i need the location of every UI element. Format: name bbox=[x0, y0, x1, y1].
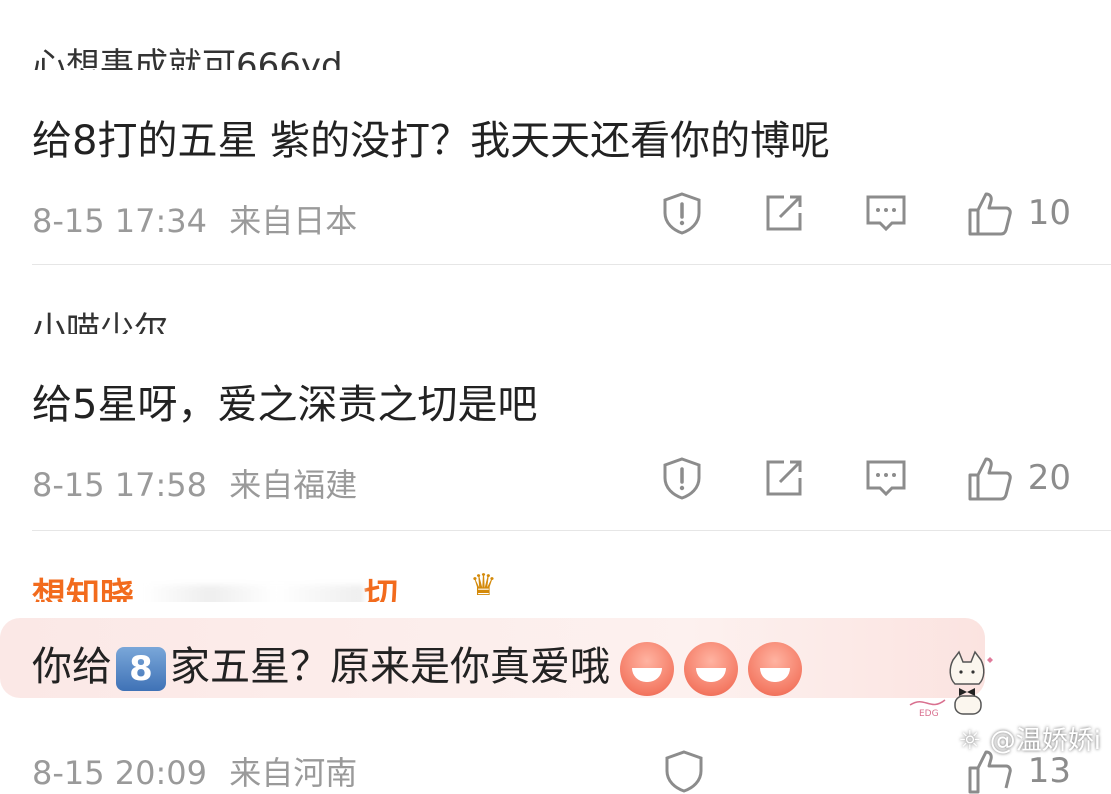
weibo-logo-icon: ☼ bbox=[958, 726, 982, 756]
like-count: 10 bbox=[1027, 193, 1071, 233]
laughing-emoji-icon bbox=[620, 642, 674, 696]
sticker-text: EDG bbox=[919, 709, 939, 719]
report-button[interactable] bbox=[660, 191, 704, 235]
like-button[interactable]: 20 bbox=[966, 455, 1071, 501]
repost-button[interactable] bbox=[762, 191, 806, 235]
repost-icon bbox=[766, 460, 802, 496]
comment-actions: 10 bbox=[620, 190, 1071, 236]
laughing-emoji-icon bbox=[684, 642, 738, 696]
comment-content: 给8打的五星 紫的没打？我天天还看你的博呢 bbox=[32, 118, 831, 164]
comment-meta: 8-15 20:09 来自河南 bbox=[32, 748, 357, 794]
comment-icon bbox=[866, 195, 906, 232]
content-prefix: 你给 bbox=[32, 644, 112, 690]
like-icon bbox=[968, 192, 1012, 236]
like-button[interactable]: 10 bbox=[966, 190, 1071, 236]
comment-location: 来自福建 bbox=[229, 466, 358, 504]
report-icon bbox=[663, 192, 701, 235]
laughing-emoji-icon bbox=[748, 642, 802, 696]
comment-actions: 20 bbox=[620, 455, 1071, 501]
comment-icon bbox=[866, 460, 906, 497]
comment-meta: 8-15 17:58 来自福建 bbox=[32, 460, 357, 506]
divider bbox=[32, 264, 1111, 265]
comment-time: 8-15 17:34 bbox=[32, 202, 208, 240]
crown-icon: ♛ bbox=[470, 568, 497, 603]
comment-username[interactable]: 想知晓 切 bbox=[32, 568, 398, 608]
comment-username[interactable]: 小喵少尔 bbox=[32, 302, 168, 334]
comment-time: 8-15 17:58 bbox=[32, 466, 208, 504]
report-button[interactable] bbox=[660, 456, 704, 500]
comment-content: 给5星呀，爱之深责之切是吧 bbox=[32, 382, 538, 428]
like-icon bbox=[968, 457, 1012, 501]
divider bbox=[32, 530, 1111, 531]
comment-meta: 8-15 17:34 来自日本 bbox=[32, 196, 357, 242]
username-text: 想知晓 bbox=[32, 576, 134, 608]
watermark: ☼ @温娇娇i bbox=[958, 720, 1101, 757]
report-icon bbox=[665, 750, 703, 793]
repost-icon bbox=[766, 195, 802, 231]
like-count: 13 bbox=[1027, 751, 1071, 791]
cat-sticker-icon: EDG bbox=[909, 650, 993, 719]
comment-button[interactable] bbox=[864, 456, 908, 500]
username-redacted bbox=[144, 584, 364, 602]
like-count: 20 bbox=[1027, 458, 1071, 498]
comment-content: 你给 8 家五星？原来是你真爱哦 bbox=[32, 634, 802, 696]
comment-location: 来自河南 bbox=[229, 754, 358, 792]
report-button[interactable] bbox=[662, 749, 706, 793]
number-8-emoji-icon: 8 bbox=[116, 647, 166, 691]
username-suffix: 切 bbox=[364, 576, 398, 608]
comment-button[interactable] bbox=[864, 191, 908, 235]
report-icon bbox=[663, 457, 701, 500]
comment-location: 来自日本 bbox=[229, 202, 358, 240]
comment-time: 8-15 20:09 bbox=[32, 754, 208, 792]
repost-button[interactable] bbox=[762, 456, 806, 500]
watermark-text: @温娇娇i bbox=[989, 726, 1101, 756]
comment-username[interactable]: 心想事成就可666yd bbox=[32, 38, 343, 70]
content-suffix: 家五星？原来是你真爱哦 bbox=[170, 644, 610, 690]
